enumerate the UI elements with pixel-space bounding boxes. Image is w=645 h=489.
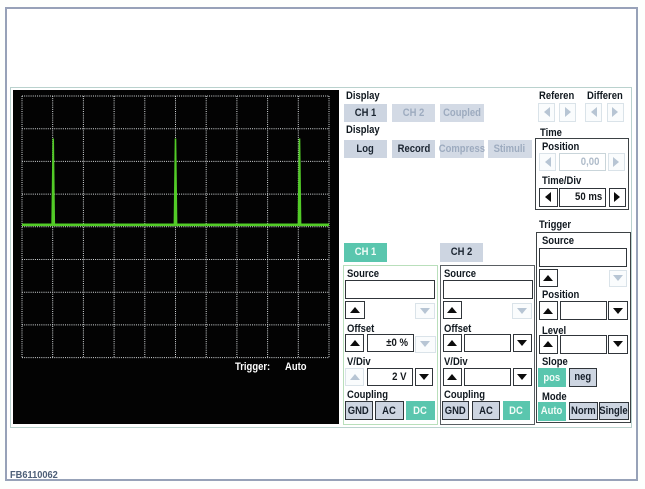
svg-text:Trigger:: Trigger: bbox=[235, 361, 270, 373]
svg-text:Auto: Auto bbox=[285, 361, 307, 373]
